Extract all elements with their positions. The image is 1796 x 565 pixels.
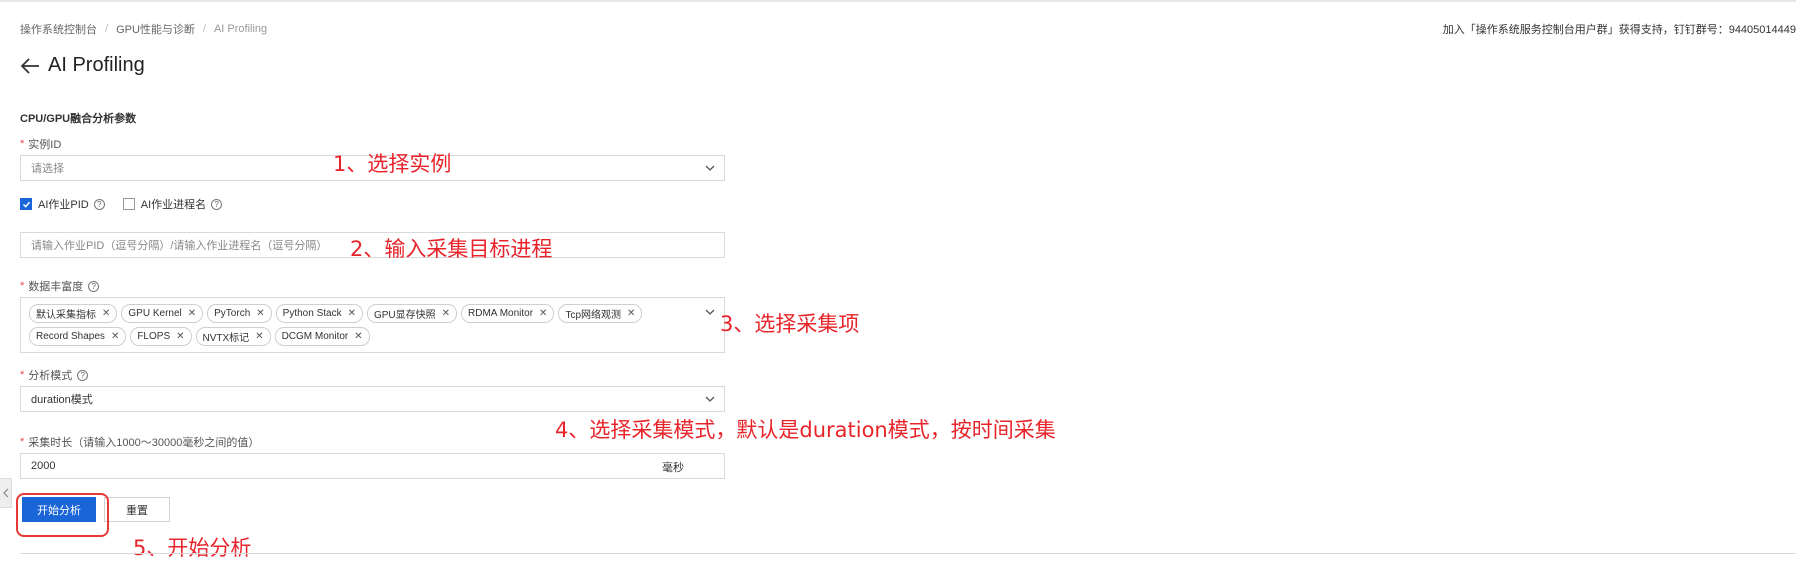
tag-label: PyTorch xyxy=(214,308,251,319)
duration-label: * 采集时长（请输入1000～30000毫秒之间的值） xyxy=(20,434,259,450)
breadcrumb-item-gpu-diagnosis[interactable]: GPU性能与诊断 xyxy=(116,21,195,37)
chevron-left-icon xyxy=(2,488,8,498)
tag-label: DCGM Monitor xyxy=(281,331,349,342)
breadcrumb-item-current: AI Profiling xyxy=(213,23,268,35)
tag-python-stack: Python Stack ✕ xyxy=(275,304,363,323)
annotation-step-5: 5、开始分析 xyxy=(133,536,252,560)
annotation-step-1: 1、选择实例 xyxy=(333,152,452,176)
tag-label: Python Stack xyxy=(282,308,342,319)
required-mark: * xyxy=(20,436,25,448)
tag-record-shapes: Record Shapes ✕ xyxy=(29,327,127,346)
target-type-options: AI作业PID ? AI作业进程名 ? xyxy=(20,196,240,212)
analysis-mode-value: duration模式 xyxy=(31,394,93,406)
help-icon[interactable]: ? xyxy=(88,280,100,292)
tag-label: Tcp网络观测 xyxy=(565,310,621,321)
tag-gpu-memory-snapshot: GPU显存快照 ✕ xyxy=(366,304,458,323)
tag-label: RDMA Monitor xyxy=(468,308,534,319)
required-mark: * xyxy=(20,369,25,381)
tag-rdma-monitor: RDMA Monitor ✕ xyxy=(461,304,555,323)
tag-default-metrics: 默认采集指标 ✕ xyxy=(29,304,118,323)
tag-label: 默认采集指标 xyxy=(36,310,96,321)
start-analysis-button[interactable]: 开始分析 xyxy=(22,497,96,522)
annotation-step-3: 3、选择采集项 xyxy=(720,312,860,336)
required-mark: * xyxy=(20,138,25,150)
breadcrumb-item-os-console[interactable]: 操作系统控制台 xyxy=(20,21,97,37)
checkbox-checked-icon[interactable] xyxy=(20,198,32,210)
tag-label: FLOPS xyxy=(137,331,171,342)
help-icon[interactable]: ? xyxy=(211,198,223,210)
reset-button[interactable]: 重置 xyxy=(104,497,170,522)
close-icon[interactable]: ✕ xyxy=(354,331,362,342)
close-icon[interactable]: ✕ xyxy=(176,331,184,342)
duration-unit: 毫秒 xyxy=(662,462,684,474)
analysis-mode-label-text: 分析模式 xyxy=(28,370,73,382)
close-icon[interactable]: ✕ xyxy=(111,331,119,342)
tag-dcgm-monitor: DCGM Monitor ✕ xyxy=(274,327,370,346)
close-icon[interactable]: ✕ xyxy=(348,308,356,319)
close-icon[interactable]: ✕ xyxy=(102,308,110,319)
close-icon[interactable]: ✕ xyxy=(188,308,196,319)
close-icon[interactable]: ✕ xyxy=(255,331,263,342)
annotation-step-4: 4、选择采集模式，默认是duration模式，按时间采集 xyxy=(555,418,1056,442)
instance-id-label-text: 实例ID xyxy=(28,139,62,151)
tag-tcp-observe: Tcp网络观测 ✕ xyxy=(558,304,643,323)
annotation-step-2: 2、输入采集目标进程 xyxy=(350,237,553,261)
chevron-down-icon xyxy=(704,306,716,321)
close-icon[interactable]: ✕ xyxy=(539,308,547,319)
chevron-down-icon xyxy=(704,162,716,177)
bottom-divider xyxy=(20,553,1796,554)
section-title: CPU/GPU融合分析参数 xyxy=(20,113,137,125)
tag-gpu-kernel: GPU Kernel ✕ xyxy=(121,304,204,323)
checkbox-unchecked-icon[interactable] xyxy=(122,198,135,210)
data-richness-label: * 数据丰富度 ? xyxy=(20,278,100,294)
page-header: AI Profiling xyxy=(20,54,145,77)
process-name-checkbox-option[interactable]: AI作业进程名 ? xyxy=(122,196,223,212)
pid-checkbox-label: AI作业PID xyxy=(38,199,89,211)
top-divider xyxy=(0,0,1796,2)
close-icon[interactable]: ✕ xyxy=(442,308,450,319)
duration-value: 2000 xyxy=(31,460,56,472)
process-name-checkbox-label: AI作业进程名 xyxy=(140,199,207,211)
data-richness-select[interactable]: 默认采集指标 ✕ GPU Kernel ✕ PyTorch ✕ Python Stac… xyxy=(20,297,725,353)
target-process-placeholder: 请输入作业PID（逗号分隔）/请输入作业进程名（逗号分隔） xyxy=(31,240,328,252)
back-arrow-icon[interactable] xyxy=(20,55,42,77)
required-mark: * xyxy=(20,280,25,292)
instance-select-placeholder: 请选择 xyxy=(31,163,64,175)
data-richness-label-text: 数据丰富度 xyxy=(28,281,84,293)
tag-label: Record Shapes xyxy=(36,331,105,342)
breadcrumb: 操作系统控制台 / GPU性能与诊断 / AI Profiling xyxy=(20,21,267,37)
breadcrumb-separator: / xyxy=(202,23,206,35)
instance-id-label: * 实例ID xyxy=(20,136,61,152)
breadcrumb-separator: / xyxy=(105,23,109,35)
duration-input[interactable]: 2000 毫秒 xyxy=(20,453,725,479)
page-title: AI Profiling xyxy=(48,54,145,76)
close-icon[interactable]: ✕ xyxy=(627,308,635,319)
duration-label-text: 采集时长（请输入1000～30000毫秒之间的值） xyxy=(28,437,260,449)
analysis-mode-label: * 分析模式 ? xyxy=(20,367,89,383)
close-icon[interactable]: ✕ xyxy=(256,308,264,319)
tag-pytorch: PyTorch ✕ xyxy=(207,304,272,323)
chevron-down-icon xyxy=(704,393,716,408)
sidebar-collapse-handle[interactable] xyxy=(0,478,12,508)
tag-nvtx-mark: NVTX标记 ✕ xyxy=(195,327,271,346)
pid-checkbox-option[interactable]: AI作业PID ? xyxy=(20,196,105,212)
help-icon[interactable]: ? xyxy=(77,369,89,381)
tag-label: GPU Kernel xyxy=(128,308,182,319)
tag-flops: FLOPS ✕ xyxy=(130,327,192,346)
help-icon[interactable]: ? xyxy=(93,198,105,210)
support-group-text: 加入「操作系统服务控制台用户群」获得支持，钉钉群号：94405014449 xyxy=(1442,24,1796,36)
tag-label: GPU显存快照 xyxy=(373,310,436,321)
analysis-mode-select[interactable]: duration模式 xyxy=(20,386,725,412)
tag-label: NVTX标记 xyxy=(202,333,250,344)
tag-list: 默认采集指标 ✕ GPU Kernel ✕ PyTorch ✕ Python Stac… xyxy=(29,302,694,348)
